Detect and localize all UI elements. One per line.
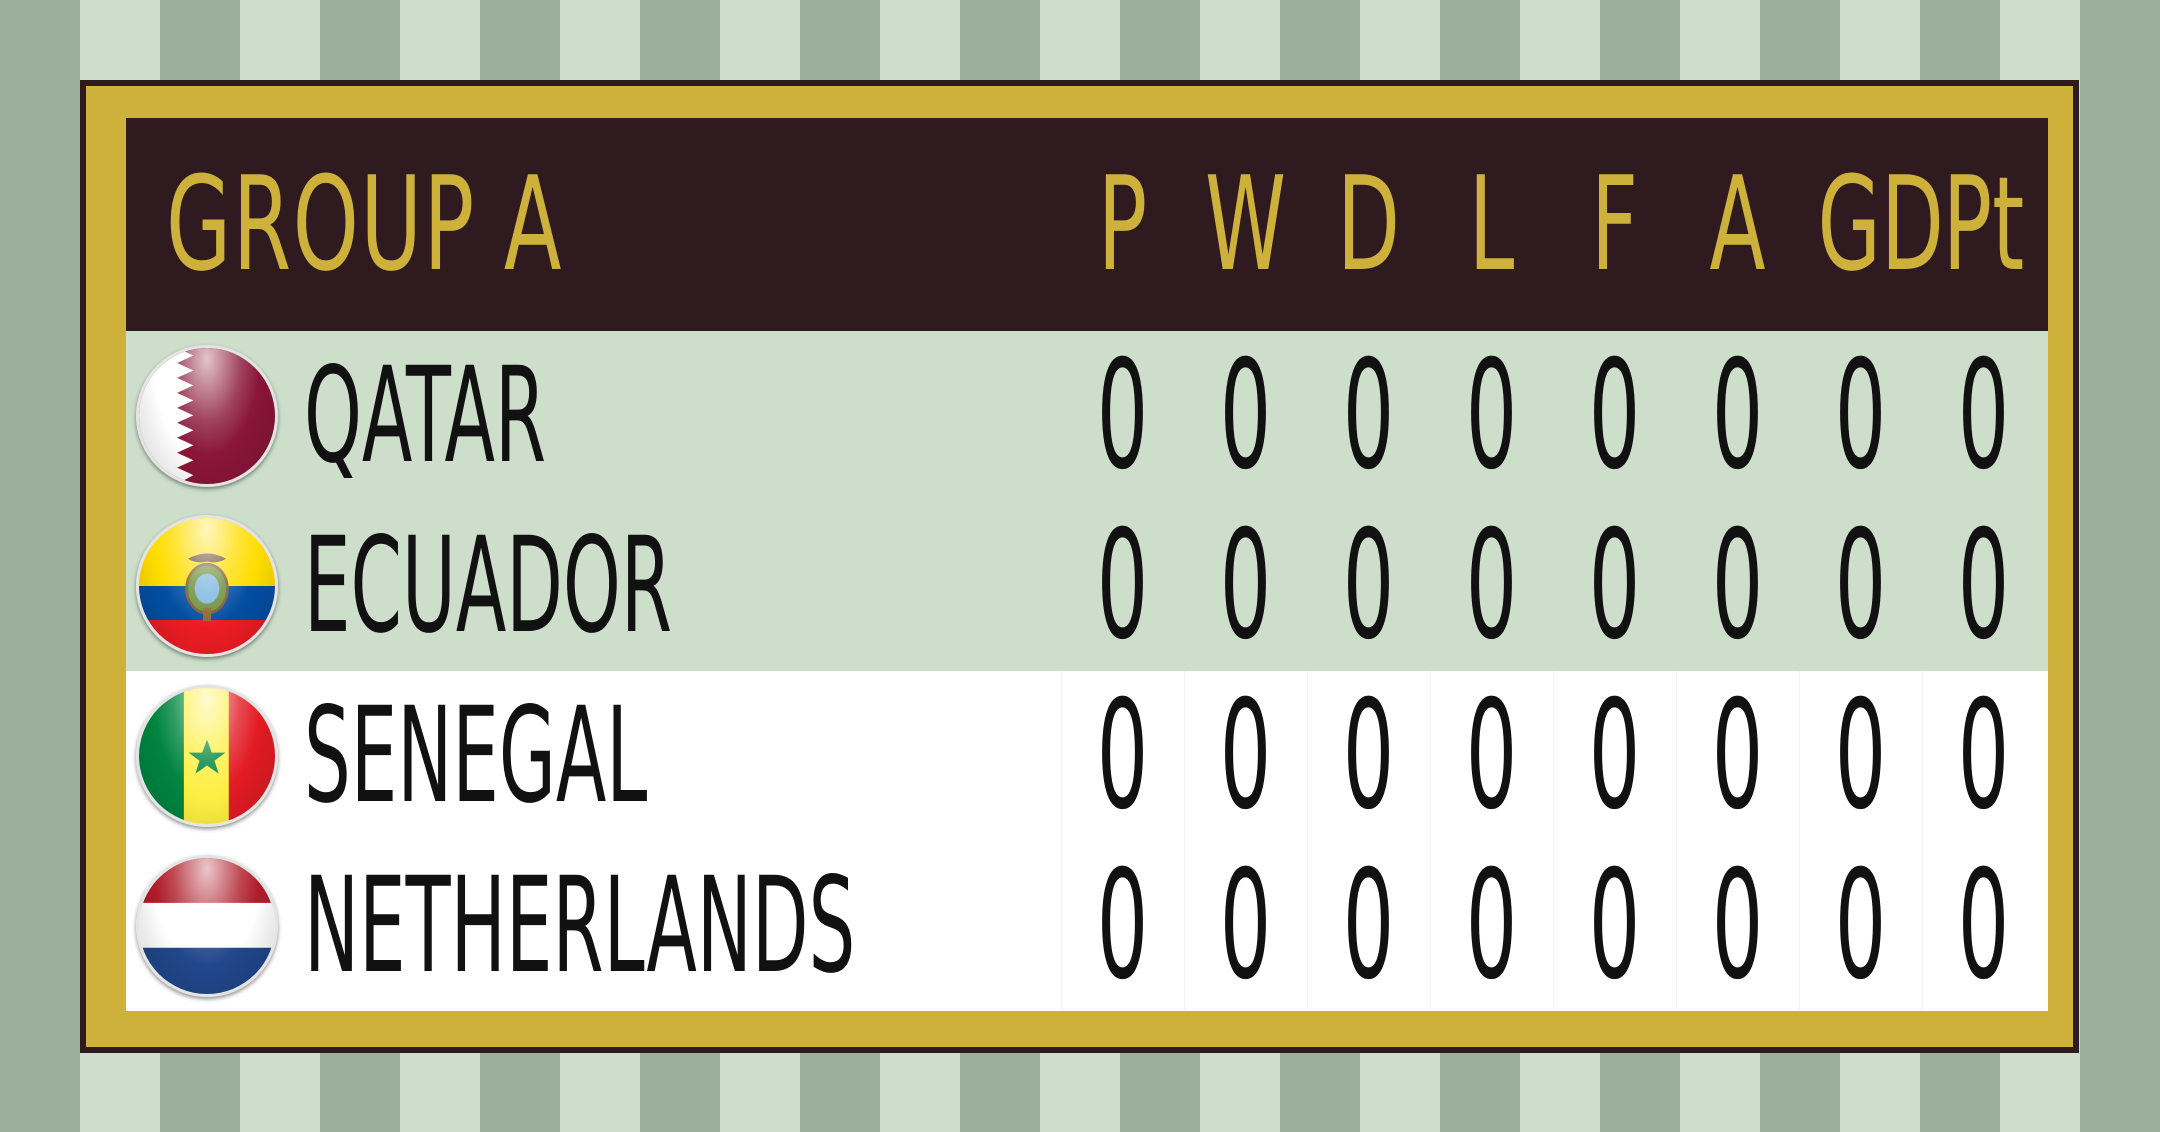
board-frame: GROUP A P W D L F A GD Pt QATAR 0 0 0 0 … [86,86,2073,1047]
stat-for: 0 [1588,331,1641,501]
standings-board: GROUP A P W D L F A GD Pt QATAR 0 0 0 0 … [80,80,2079,1053]
stat-against: 0 [1711,501,1764,671]
column-header-lost: L [1468,148,1515,300]
column-header-drawn: D [1336,148,1401,300]
stat-played: 0 [1096,331,1149,501]
stat-goal-difference: 0 [1834,501,1887,671]
stat-goal-difference: 0 [1834,841,1887,1011]
stat-points: 0 [1957,671,2010,841]
stat-won: 0 [1219,841,1272,1011]
stat-lost: 0 [1465,841,1518,1011]
qatar-flag-icon [136,345,278,487]
stat-drawn: 0 [1342,671,1395,841]
stat-played: 0 [1096,671,1149,841]
netherlands-flag-icon [136,855,278,997]
stat-points: 0 [1957,331,2010,501]
group-title: GROUP A [166,148,563,300]
stat-drawn: 0 [1342,841,1395,1011]
stat-drawn: 0 [1342,331,1395,501]
stat-goal-difference: 0 [1834,671,1887,841]
table-row: QATAR 0 0 0 0 0 0 0 0 [126,331,2048,501]
stat-played: 0 [1096,841,1149,1011]
standings-table: GROUP A P W D L F A GD Pt QATAR 0 0 0 0 … [126,118,2048,1017]
stat-lost: 0 [1465,331,1518,501]
stat-points: 0 [1957,501,2010,671]
stat-against: 0 [1711,671,1764,841]
stat-lost: 0 [1465,501,1518,671]
stat-against: 0 [1711,841,1764,1011]
table-row: ECUADOR 0 0 0 0 0 0 0 0 [126,501,2048,671]
stat-won: 0 [1219,671,1272,841]
stat-for: 0 [1588,501,1641,671]
stat-played: 0 [1096,501,1149,671]
column-header-goal-difference: GD [1817,148,1944,300]
stat-for: 0 [1588,671,1641,841]
table-header: GROUP A P W D L F A GD Pt [126,118,2048,331]
stat-against: 0 [1711,331,1764,501]
stat-for: 0 [1588,841,1641,1011]
column-header-won: W [1205,148,1286,300]
stat-drawn: 0 [1342,501,1395,671]
team-name: SENEGAL [304,679,648,833]
stat-won: 0 [1219,501,1272,671]
team-name: NETHERLANDS [304,849,856,1003]
table-row: SENEGAL 0 0 0 0 0 0 0 0 [126,671,2048,841]
team-name: QATAR [304,339,547,493]
column-header-against: A [1709,148,1766,300]
stat-goal-difference: 0 [1834,331,1887,501]
column-header-played: P [1097,148,1148,300]
stat-won: 0 [1219,331,1272,501]
ecuador-flag-icon [136,515,278,657]
team-name: ECUADOR [304,509,673,663]
stat-points: 0 [1957,841,2010,1011]
table-row: NETHERLANDS 0 0 0 0 0 0 0 0 [126,841,2048,1011]
senegal-flag-icon [136,685,278,827]
column-header-points: Pt [1942,148,2025,300]
stat-lost: 0 [1465,671,1518,841]
column-header-for: F [1590,148,1639,300]
